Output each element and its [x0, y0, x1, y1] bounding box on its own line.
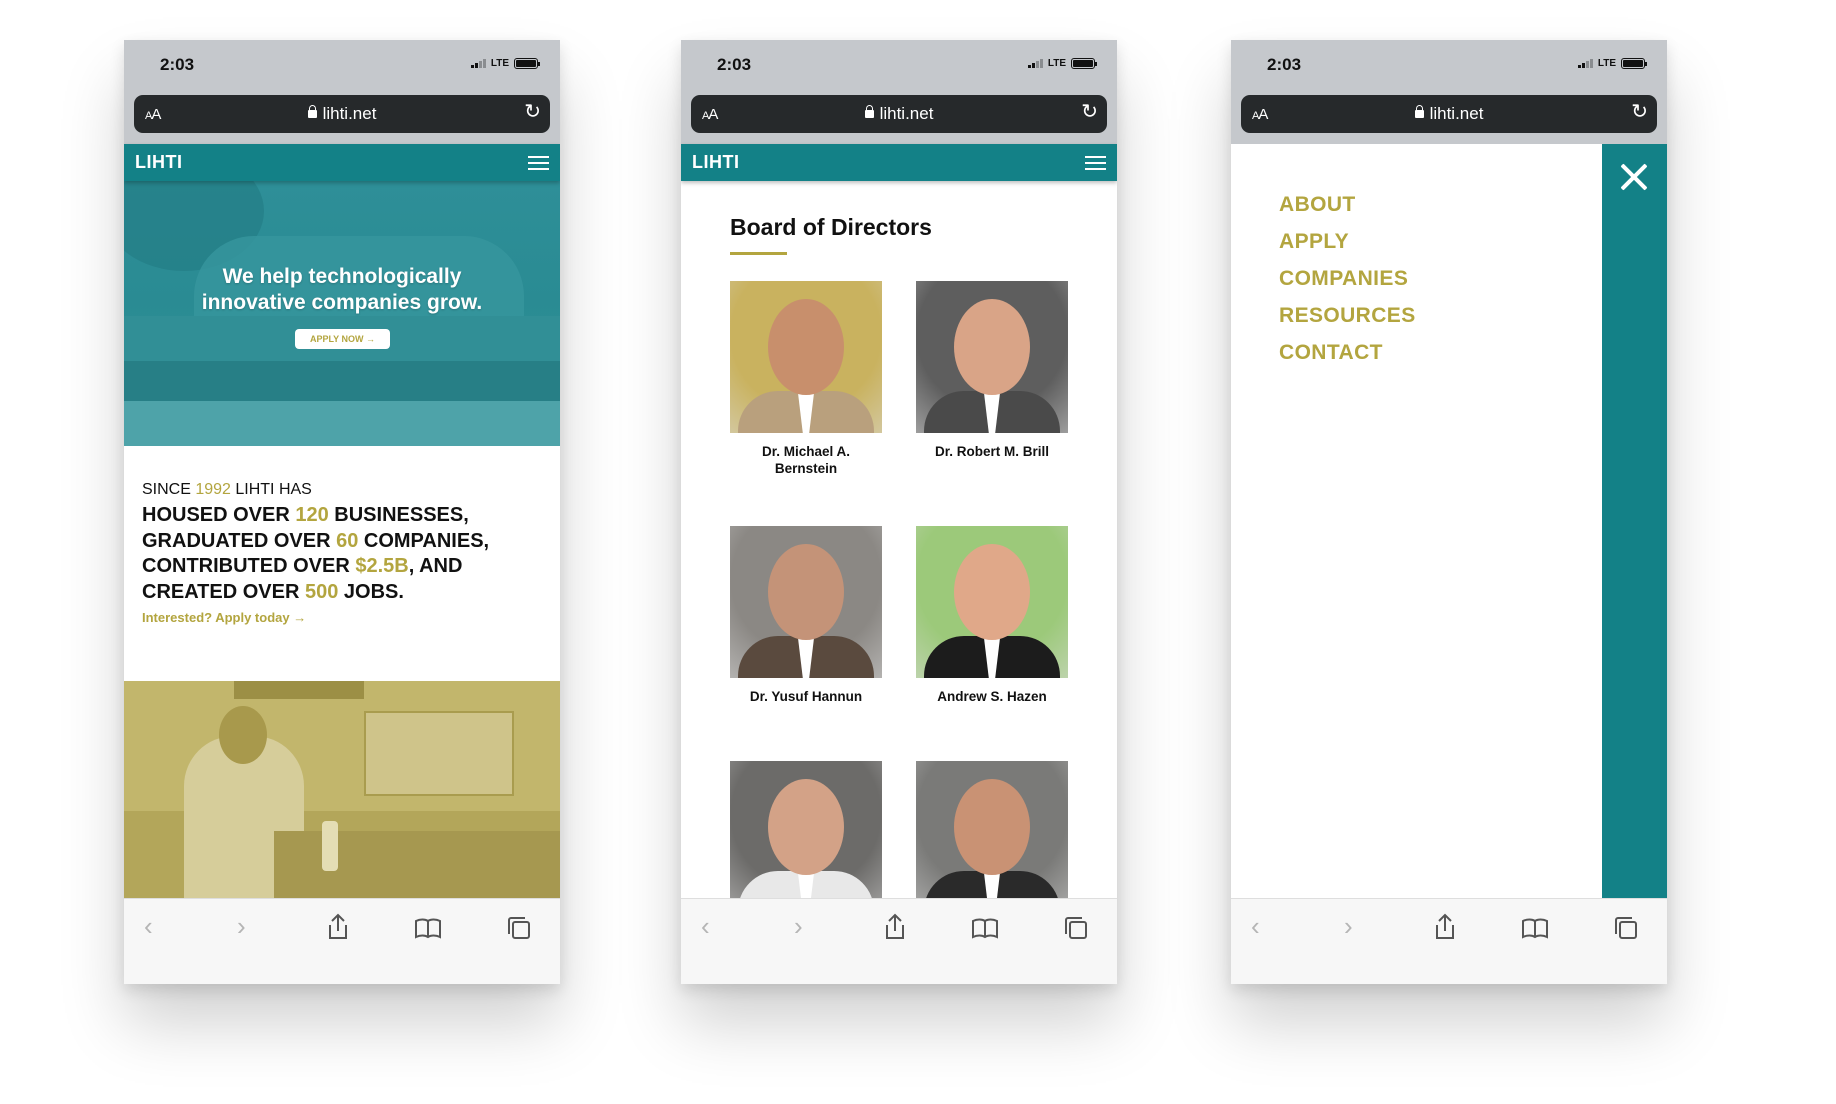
status-bar: 2:03 LTE AA lihti.net ↻ [681, 40, 1117, 144]
board-content: Board of Directors Dr. Michael A. Bernst… [681, 181, 1117, 898]
hero-banner: We help technologically innovative compa… [124, 181, 560, 446]
nav-menu-overlay: ABOUT APPLY COMPANIES RESOURCES CONTACT [1231, 144, 1667, 898]
stats-headline: HOUSED OVER 120 BUSINESSES, GRADUATED OV… [142, 504, 490, 603]
url-display[interactable]: lihti.net [1241, 104, 1657, 124]
director-name: Dr. Robert M. Brill [934, 444, 1049, 459]
phone-board: 2:03 LTE AA lihti.net ↻ LIHTI Board of D… [681, 40, 1117, 984]
lock-icon [864, 105, 874, 118]
share-icon[interactable] [326, 913, 350, 941]
director-card[interactable] [730, 761, 882, 898]
director-card[interactable]: Dr. Michael A. Bernstein [730, 281, 882, 477]
tabs-icon[interactable] [1613, 915, 1639, 941]
title-underline [730, 252, 787, 255]
status-time: 2:03 [160, 55, 195, 74]
network-label: LTE [1597, 58, 1616, 69]
menu-item-companies[interactable]: COMPANIES [1279, 260, 1416, 297]
share-icon[interactable] [883, 913, 907, 941]
forward-icon[interactable]: › [794, 911, 803, 941]
reload-icon[interactable]: ↻ [1631, 102, 1648, 122]
menu-item-apply[interactable]: APPLY [1279, 223, 1416, 260]
signal-icon [1577, 59, 1593, 68]
status-time: 2:03 [717, 55, 752, 74]
menu-item-resources[interactable]: RESOURCES [1279, 297, 1416, 334]
director-photo [730, 281, 882, 433]
director-photo [916, 526, 1068, 678]
signal-icon [470, 59, 486, 68]
director-name: Dr. Michael A. Bernstein [761, 444, 851, 476]
lock-icon [307, 105, 317, 118]
tabs-icon[interactable] [506, 915, 532, 941]
url-display[interactable]: lihti.net [134, 104, 550, 124]
hamburger-menu-icon[interactable] [528, 156, 549, 170]
browser-toolbar: ‹ › [1231, 898, 1667, 984]
hero-headline: We help technologically innovative compa… [201, 265, 483, 314]
interested-apply-link[interactable]: Interested? Apply today → [142, 610, 542, 625]
reload-icon[interactable]: ↻ [524, 102, 541, 122]
apply-now-button[interactable]: APPLY NOW → [295, 329, 390, 349]
status-bar: 2:03 LTE AA lihti.net ↻ [124, 40, 560, 144]
forward-icon[interactable]: › [237, 911, 246, 941]
phone-home: 2:03 LTE AA lihti.net ↻ LIHTI We help te… [124, 40, 560, 984]
back-icon[interactable]: ‹ [701, 911, 710, 941]
director-photo [916, 281, 1068, 433]
share-icon[interactable] [1433, 913, 1457, 941]
back-icon[interactable]: ‹ [144, 911, 153, 941]
status-bar: 2:03 LTE AA lihti.net ↻ [1231, 40, 1667, 144]
board-title: Board of Directors [730, 214, 932, 240]
bookmarks-icon[interactable] [1521, 917, 1549, 939]
network-label: LTE [1047, 58, 1066, 69]
menu-side-panel [1602, 144, 1667, 898]
site-header: LIHTI [124, 144, 560, 181]
status-indicators: LTE [1027, 58, 1097, 69]
director-card[interactable]: Andrew S. Hazen [916, 526, 1068, 705]
hamburger-menu-icon[interactable] [1085, 156, 1106, 170]
director-card[interactable] [916, 761, 1068, 898]
site-header: LIHTI [681, 144, 1117, 181]
menu-item-contact[interactable]: CONTACT [1279, 334, 1416, 371]
back-icon[interactable]: ‹ [1251, 911, 1260, 941]
tabs-icon[interactable] [1063, 915, 1089, 941]
screenshots-stage: 2:03 LTE AA lihti.net ↻ LIHTI We help te… [0, 0, 1836, 1104]
director-card[interactable]: Dr. Yusuf Hannun [730, 526, 882, 705]
reload-icon[interactable]: ↻ [1081, 102, 1098, 122]
forward-icon[interactable]: › [1344, 911, 1353, 941]
network-label: LTE [490, 58, 509, 69]
lab-photo [124, 681, 560, 898]
browser-toolbar: ‹ › [124, 898, 560, 984]
signal-icon [1027, 59, 1043, 68]
bookmarks-icon[interactable] [414, 917, 442, 939]
address-bar[interactable]: AA lihti.net ↻ [1241, 95, 1657, 133]
status-indicators: LTE [470, 58, 540, 69]
site-logo[interactable]: LIHTI [135, 152, 183, 173]
status-time: 2:03 [1267, 55, 1302, 74]
status-indicators: LTE [1577, 58, 1647, 69]
battery-icon [1071, 58, 1097, 69]
battery-icon [514, 58, 540, 69]
director-photo [730, 761, 882, 898]
url-display[interactable]: lihti.net [691, 104, 1107, 124]
browser-toolbar: ‹ › [681, 898, 1117, 984]
close-icon[interactable] [1619, 162, 1649, 192]
director-photo [730, 526, 882, 678]
stats-section: SINCE 1992 LIHTI HAS HOUSED OVER 120 BUS… [142, 481, 542, 625]
address-bar[interactable]: AA lihti.net ↻ [691, 95, 1107, 133]
phone-menu: 2:03 LTE AA lihti.net ↻ ABOUT APPLY COMP… [1231, 40, 1667, 984]
director-name: Dr. Yusuf Hannun [749, 689, 863, 704]
nav-menu-list: ABOUT APPLY COMPANIES RESOURCES CONTACT [1279, 186, 1416, 371]
director-card[interactable]: Dr. Robert M. Brill [916, 281, 1068, 460]
director-photo [916, 761, 1068, 898]
director-name: Andrew S. Hazen [937, 689, 1047, 704]
shrubbery-shape [124, 361, 560, 401]
lock-icon [1414, 105, 1424, 118]
since-line: SINCE 1992 LIHTI HAS [142, 481, 312, 498]
menu-item-about[interactable]: ABOUT [1279, 186, 1416, 223]
road-shape [124, 401, 560, 446]
site-logo[interactable]: LIHTI [692, 152, 740, 173]
battery-icon [1621, 58, 1647, 69]
bookmarks-icon[interactable] [971, 917, 999, 939]
address-bar[interactable]: AA lihti.net ↻ [134, 95, 550, 133]
home-content: We help technologically innovative compa… [124, 181, 560, 898]
